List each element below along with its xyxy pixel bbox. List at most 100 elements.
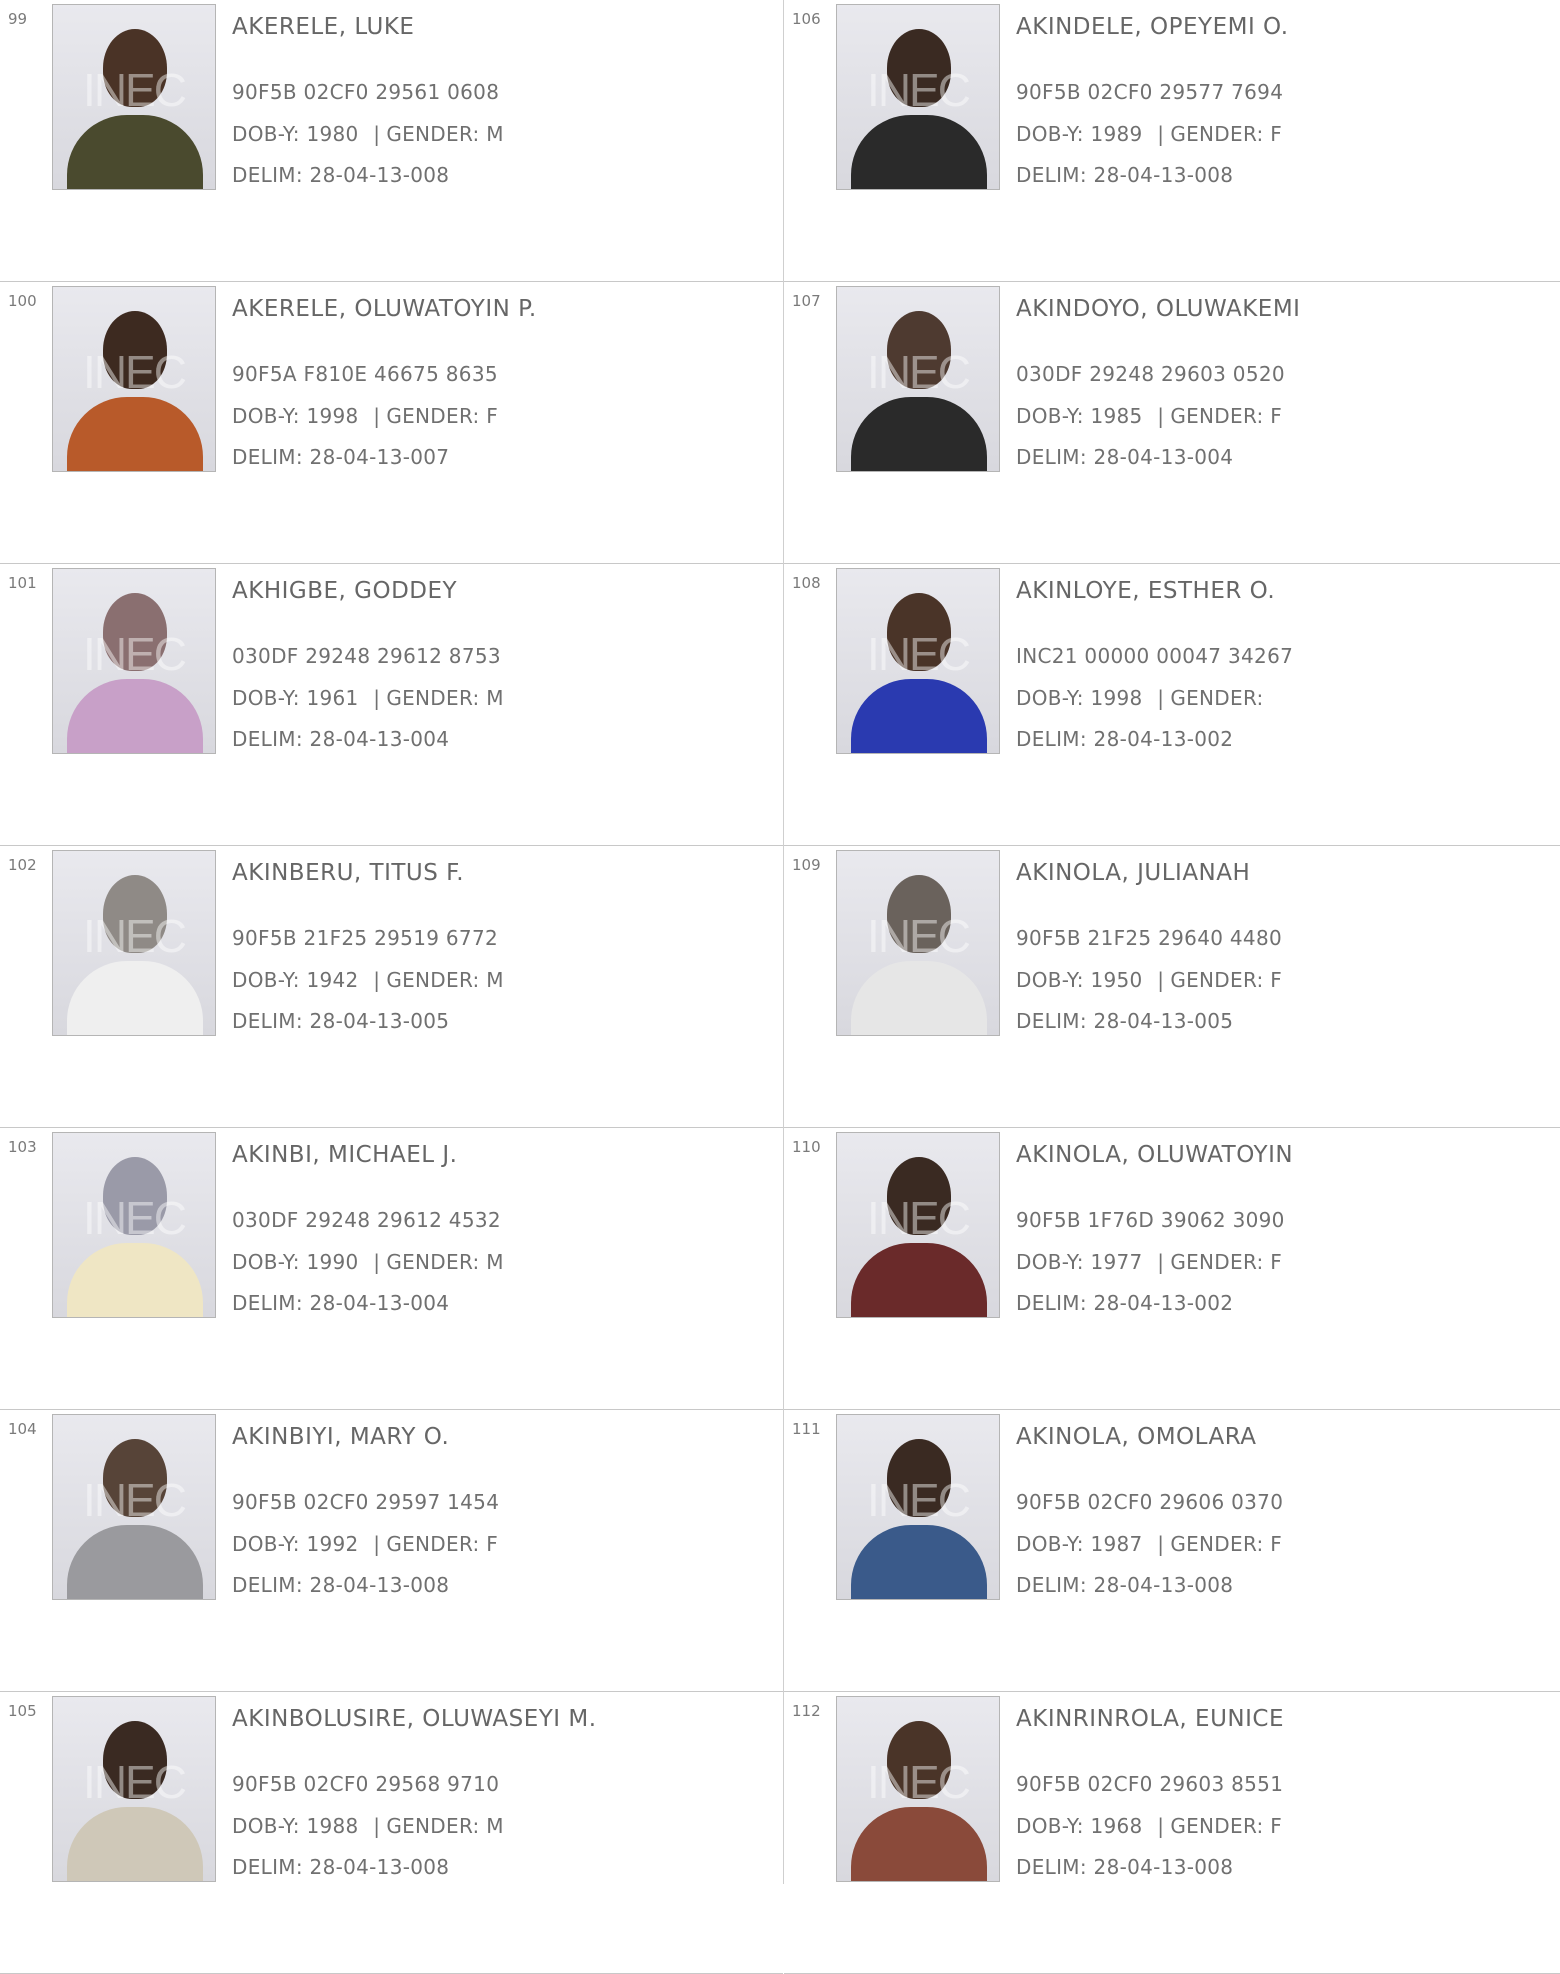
delim-value: 28-04-13-002 — [1093, 1291, 1234, 1315]
photo-watermark: INEC — [867, 1474, 971, 1526]
separator: | — [373, 1250, 381, 1274]
voter-vin: 90F5B 02CF0 29577 7694 — [1016, 80, 1284, 104]
gender-value: M — [486, 968, 504, 992]
photo-body — [67, 1807, 203, 1881]
photo-watermark: INEC — [867, 628, 971, 680]
voter-name: AKHIGBE, GODDEY — [232, 578, 458, 604]
dob-gender-line: DOB-Y: 1992 | GENDER: F — [232, 1532, 498, 1556]
voter-card: 101 INEC AKHIGBE, GODDEY 030DF 29248 296… — [0, 564, 783, 846]
delim-line: DELIM: 28-04-13-004 — [232, 1291, 449, 1315]
dob-gender-line: DOB-Y: 1950 | GENDER: F — [1016, 968, 1282, 992]
photo-body — [851, 115, 987, 189]
gender-value: F — [1270, 1250, 1283, 1274]
serial-number: 108 — [792, 574, 821, 592]
voter-card: 99 INEC AKERELE, LUKE 90F5B 02CF0 29561 … — [0, 0, 783, 282]
voter-name: AKINDELE, OPEYEMI O. — [1016, 14, 1289, 40]
serial-number: 106 — [792, 10, 821, 28]
gender-value: F — [486, 404, 499, 428]
serial-number: 101 — [8, 574, 37, 592]
delim-value: 28-04-13-004 — [1093, 445, 1234, 469]
photo-watermark: INEC — [83, 1192, 187, 1244]
voter-card: 102 INEC AKINBERU, TITUS F. 90F5B 21F25 … — [0, 846, 783, 1128]
voter-vin: 90F5B 02CF0 29561 0608 — [232, 80, 500, 104]
voter-photo: INEC — [836, 1696, 1000, 1882]
gender-value: F — [1270, 404, 1283, 428]
dob-value: 1990 — [306, 1250, 359, 1274]
photo-body — [851, 397, 987, 471]
delim-line: DELIM: 28-04-13-008 — [232, 1573, 449, 1597]
separator: | — [373, 968, 381, 992]
dob-label: DOB-Y: — [232, 1250, 300, 1274]
gender-value: F — [486, 1532, 499, 1556]
photo-body — [67, 961, 203, 1035]
gender-label: GENDER: — [386, 122, 480, 146]
serial-number: 110 — [792, 1138, 821, 1156]
gender-value: F — [1270, 1532, 1283, 1556]
delim-label: DELIM: — [232, 1291, 303, 1315]
photo-body — [851, 1243, 987, 1317]
voter-name: AKINOLA, JULIANAH — [1016, 860, 1251, 886]
delim-line: DELIM: 28-04-13-008 — [1016, 1573, 1233, 1597]
dob-label: DOB-Y: — [1016, 122, 1084, 146]
delim-value: 28-04-13-008 — [1093, 1855, 1234, 1879]
gender-value: F — [1270, 968, 1283, 992]
photo-watermark: INEC — [83, 1474, 187, 1526]
voter-name: AKINBI, MICHAEL J. — [232, 1142, 458, 1168]
right-column: 106 INEC AKINDELE, OPEYEMI O. 90F5B 02CF… — [784, 0, 1560, 1974]
gender-label: GENDER: — [1170, 404, 1264, 428]
voter-name: AKERELE, LUKE — [232, 14, 415, 40]
delim-line: DELIM: 28-04-13-008 — [1016, 163, 1233, 187]
dob-value: 1942 — [306, 968, 359, 992]
gender-label: GENDER: — [386, 1814, 480, 1838]
voter-vin: 90F5B 02CF0 29603 8551 — [1016, 1772, 1284, 1796]
photo-body — [67, 1243, 203, 1317]
gender-value: M — [486, 122, 504, 146]
dob-value: 1998 — [306, 404, 359, 428]
separator: | — [1157, 404, 1165, 428]
dob-label: DOB-Y: — [232, 122, 300, 146]
photo-body — [851, 1525, 987, 1599]
serial-number: 103 — [8, 1138, 37, 1156]
dob-gender-line: DOB-Y: 1977 | GENDER: F — [1016, 1250, 1282, 1274]
delim-line: DELIM: 28-04-13-008 — [232, 1855, 449, 1879]
delim-label: DELIM: — [1016, 1291, 1087, 1315]
voter-card: 106 INEC AKINDELE, OPEYEMI O. 90F5B 02CF… — [784, 0, 1560, 282]
dob-label: DOB-Y: — [232, 686, 300, 710]
photo-watermark: INEC — [83, 346, 187, 398]
voter-name: AKINDOYO, OLUWAKEMI — [1016, 296, 1301, 322]
dob-gender-line: DOB-Y: 1968 | GENDER: F — [1016, 1814, 1282, 1838]
photo-body — [851, 679, 987, 753]
delim-value: 28-04-13-008 — [309, 1573, 450, 1597]
separator: | — [1157, 1532, 1165, 1556]
delim-label: DELIM: — [232, 163, 303, 187]
dob-gender-line: DOB-Y: 1987 | GENDER: F — [1016, 1532, 1282, 1556]
separator: | — [373, 404, 381, 428]
photo-body — [67, 397, 203, 471]
serial-number: 109 — [792, 856, 821, 874]
dob-value: 1998 — [1090, 686, 1143, 710]
gender-value: F — [1270, 122, 1283, 146]
photo-watermark: INEC — [83, 1756, 187, 1808]
voter-name: AKINBIYI, MARY O. — [232, 1424, 450, 1450]
gender-value: F — [1270, 1814, 1283, 1838]
voter-name: AKINBERU, TITUS F. — [232, 860, 465, 886]
voter-name: AKINRINROLA, EUNICE — [1016, 1706, 1285, 1732]
photo-body — [67, 1525, 203, 1599]
voter-name: AKINOLA, OLUWATOYIN — [1016, 1142, 1294, 1168]
gender-label: GENDER: — [1170, 1532, 1264, 1556]
gender-value: M — [486, 1250, 504, 1274]
delim-line: DELIM: 28-04-13-002 — [1016, 1291, 1233, 1315]
serial-number: 112 — [792, 1702, 821, 1720]
separator: | — [1157, 686, 1165, 710]
delim-value: 28-04-13-004 — [309, 1291, 450, 1315]
delim-value: 28-04-13-002 — [1093, 727, 1234, 751]
voter-vin: 90F5B 02CF0 29568 9710 — [232, 1772, 500, 1796]
voter-photo: INEC — [836, 1132, 1000, 1318]
voter-photo: INEC — [52, 850, 216, 1036]
voter-photo: INEC — [52, 1696, 216, 1882]
dob-label: DOB-Y: — [232, 1814, 300, 1838]
voter-card: 100 INEC AKERELE, OLUWATOYIN P. 90F5A F8… — [0, 282, 783, 564]
serial-number: 100 — [8, 292, 37, 310]
delim-line: DELIM: 28-04-13-005 — [1016, 1009, 1233, 1033]
serial-number: 105 — [8, 1702, 37, 1720]
